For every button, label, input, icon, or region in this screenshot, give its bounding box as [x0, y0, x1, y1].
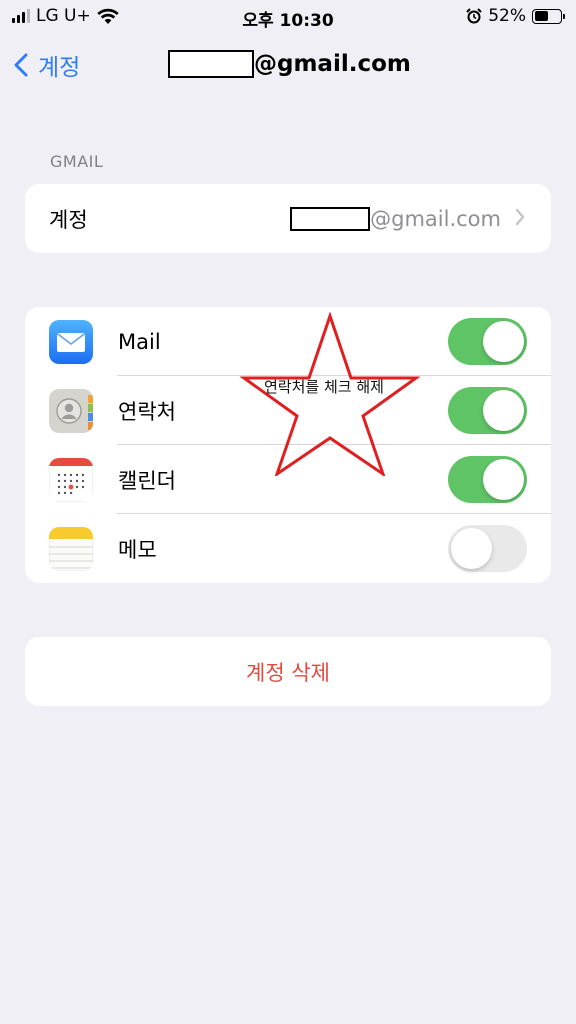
notes-icon [49, 526, 93, 571]
chevron-right-icon [515, 207, 525, 231]
app-row-mail: Mail [25, 307, 551, 376]
toggle-knob [483, 459, 524, 500]
app-label-mail: Mail [118, 329, 161, 354]
app-label-calendar: 캘린더 [118, 468, 176, 493]
toggle-knob [451, 528, 492, 569]
contacts-icon [49, 388, 93, 433]
app-row-calendar: 캘린더 [25, 445, 551, 514]
status-bar: LG U+ 오후 10:30 52% [0, 0, 576, 34]
alarm-icon [466, 8, 482, 24]
delete-account-card: 계정 삭제 [25, 637, 551, 706]
delete-account-button[interactable]: 계정 삭제 [25, 637, 551, 706]
account-value: @gmail.com [290, 184, 525, 253]
battery-percent: 52% [488, 6, 526, 26]
section-header-gmail: GMAIL [50, 152, 104, 171]
annotation-text: 연락처를 체크 해제 [264, 378, 384, 396]
toggle-notes[interactable] [448, 525, 527, 572]
battery-icon [532, 8, 565, 24]
redacted-email-box [290, 206, 371, 231]
redacted-email-box [168, 50, 254, 78]
page-title-suffix: @gmail.com [254, 51, 411, 77]
app-label-notes: 메모 [118, 537, 157, 562]
navigation-bar: 계정 @gmail.com [0, 40, 576, 90]
sync-apps-card: Mail 연락처 캘린더 메모 [25, 307, 551, 583]
toggle-contacts[interactable] [448, 387, 527, 434]
page-title: @gmail.com [168, 50, 411, 78]
back-button[interactable]: 계정 [14, 48, 80, 82]
chevron-left-icon [14, 53, 28, 77]
mail-icon [49, 319, 93, 364]
toggle-knob [483, 390, 524, 431]
toggle-calendar[interactable] [448, 456, 527, 503]
back-label: 계정 [38, 55, 81, 81]
app-row-notes: 메모 [25, 514, 551, 583]
account-value-suffix: @gmail.com [370, 206, 501, 231]
account-label: 계정 [49, 207, 88, 232]
toggle-mail[interactable] [448, 318, 527, 365]
status-bar-right: 52% [466, 6, 565, 26]
calendar-icon [49, 457, 93, 502]
account-row[interactable]: 계정 @gmail.com [25, 184, 551, 253]
account-card: 계정 @gmail.com [25, 184, 551, 253]
app-label-contacts: 연락처 [118, 399, 176, 424]
toggle-knob [483, 321, 524, 362]
